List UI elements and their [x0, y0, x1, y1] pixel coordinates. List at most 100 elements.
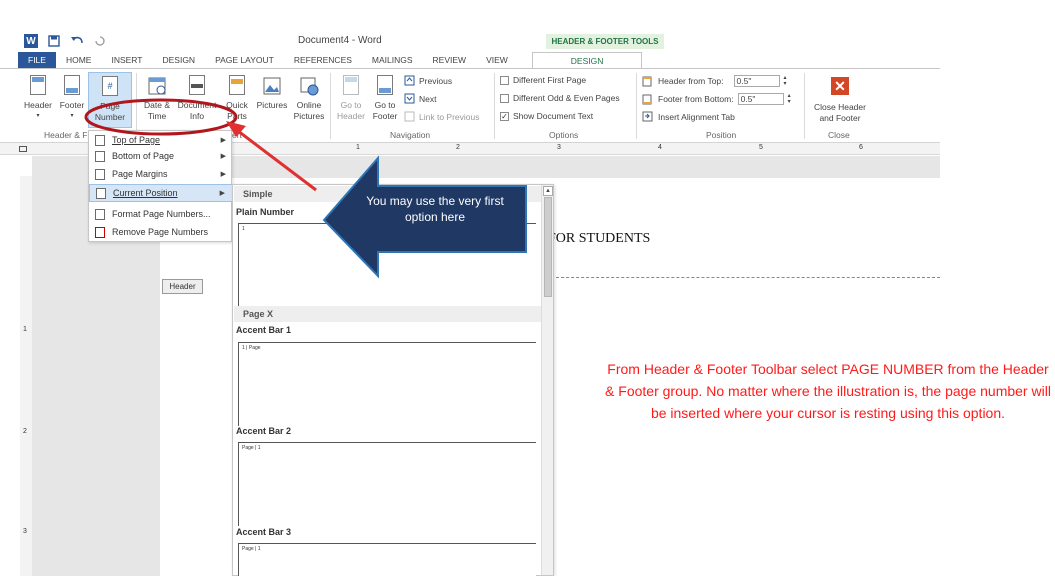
menu-item-label: Top of Page	[112, 135, 161, 145]
different-odd-even-checkbox[interactable]: Different Odd & Even Pages	[500, 93, 620, 103]
vertical-ruler[interactable]: 1 2 3	[20, 176, 32, 576]
date-time-label-line2: Time	[147, 111, 167, 121]
scrollbar-thumb[interactable]	[544, 197, 552, 297]
menu-item-remove-page-numbers[interactable]: Remove Page Numbers	[89, 223, 233, 241]
tab-page-layout[interactable]: PAGE LAYOUT	[205, 52, 284, 68]
header-from-top-input[interactable]: 0.5"	[733, 75, 780, 87]
footer-from-bottom-input[interactable]: 0.5"	[737, 93, 784, 105]
page-number-icon: #	[102, 76, 118, 96]
tab-file[interactable]: FILE	[18, 52, 56, 68]
next-label: Next	[419, 93, 437, 104]
previous-button[interactable]: Previous	[404, 75, 452, 86]
different-first-page-label: Different First Page	[513, 75, 587, 85]
scroll-up-icon[interactable]: ▲	[543, 186, 553, 196]
current-position-icon	[96, 187, 106, 199]
menu-item-page-margins[interactable]: Page Margins ▶	[89, 165, 233, 183]
pictures-label: Pictures	[256, 100, 288, 110]
menu-item-format-page-numbers[interactable]: Format Page Numbers...	[89, 205, 233, 223]
spinner-icon[interactable]: ▴ ▾	[788, 93, 791, 105]
group-label-position: Position	[706, 130, 737, 140]
page-margins-icon	[95, 168, 105, 180]
header-footer-tools-label: HEADER & FOOTER TOOLS	[546, 34, 664, 49]
current-position-gallery: Simple Plain Number 1 Page X Accent Bar …	[232, 184, 554, 576]
tab-insert[interactable]: INSERT	[101, 52, 152, 68]
submenu-arrow-icon: ▶	[220, 171, 226, 178]
menu-item-label: Current Position	[113, 188, 178, 198]
online-pictures-button[interactable]: Online Pictures	[292, 75, 326, 122]
tab-view[interactable]: VIEW	[476, 52, 518, 68]
callout-text: You may use the very first option here	[366, 194, 504, 224]
gallery-scrollbar[interactable]: ▲	[541, 185, 553, 575]
spinner-icon[interactable]: ▴ ▾	[784, 75, 787, 87]
save-icon[interactable]	[48, 35, 60, 47]
menu-item-bottom-of-page[interactable]: Bottom of Page ▶	[89, 147, 233, 165]
menu-item-label: Bottom of Page	[112, 151, 175, 161]
quick-parts-label-line2: Parts	[227, 111, 247, 121]
tab-mailings[interactable]: MAILINGS	[362, 52, 423, 68]
tab-references[interactable]: REFERENCES	[284, 52, 362, 68]
header-text[interactable]: FOR STUDENTS	[548, 231, 650, 247]
close-label-line1: Close Header	[814, 102, 866, 112]
document-info-button[interactable]: Document Info	[174, 75, 220, 122]
header-button[interactable]: Header ▾	[22, 75, 54, 122]
group-separator	[804, 73, 805, 139]
checkbox-empty[interactable]	[500, 75, 509, 85]
gallery-preview-text: 1 | Page	[242, 345, 261, 351]
gallery-item-accent-bar-3[interactable]: Page | 1	[238, 543, 536, 576]
dropdown-arrow-icon: ▾	[36, 113, 40, 119]
footer-from-bottom-field[interactable]: Footer from Bottom: 0.5" ▴ ▾	[642, 93, 791, 105]
undo-icon[interactable]	[70, 35, 84, 47]
online-pictures-label-line2: Pictures	[293, 111, 325, 121]
submenu-arrow-icon: ▶	[220, 153, 226, 160]
close-header-footer-button[interactable]: ✕ Close Header and Footer	[810, 77, 870, 124]
tab-review[interactable]: REVIEW	[423, 52, 477, 68]
group-label-insert: ert	[232, 130, 242, 140]
insert-alignment-tab-button[interactable]: Insert Alignment Tab	[642, 111, 735, 122]
ruler-number: 3	[557, 144, 561, 151]
quick-parts-button[interactable]: Quick Parts	[222, 75, 252, 122]
menu-item-label: Page Margins	[112, 169, 168, 179]
gallery-section-header: Page X	[234, 306, 541, 322]
different-first-page-checkbox[interactable]: Different First Page	[500, 75, 586, 85]
ruler-number: 4	[658, 144, 662, 151]
page-number-button[interactable]: # Page Number	[88, 72, 132, 128]
word-logo-icon[interactable]: W	[24, 34, 38, 48]
dropdown-arrow-icon: ▾	[70, 113, 74, 119]
tab-home[interactable]: HOME	[56, 52, 102, 68]
group-separator	[636, 73, 637, 139]
picture-icon	[263, 77, 281, 95]
date-time-button[interactable]: Date & Time	[140, 75, 174, 122]
group-label-close: Close	[828, 130, 850, 140]
show-document-text-checkbox[interactable]: ✓ Show Document Text	[500, 111, 593, 121]
quick-access-toolbar: W	[24, 34, 106, 48]
gallery-item-accent-bar-1[interactable]: 1 | Page	[238, 342, 536, 426]
quick-parts-label-line1: Quick	[226, 100, 248, 110]
close-icon: ✕	[831, 77, 849, 95]
gallery-item-title: Accent Bar 2	[236, 426, 292, 436]
gallery-item-accent-bar-2[interactable]: Page | 1	[238, 442, 536, 526]
checkbox-empty[interactable]	[500, 93, 509, 103]
online-pictures-label-line1: Online	[296, 100, 322, 110]
gallery-item-plain-number[interactable]: 1	[238, 223, 536, 307]
goto-header-button[interactable]: Go to Header	[334, 75, 368, 122]
gallery-preview-text: Page | 1	[242, 445, 261, 451]
next-button[interactable]: Next	[404, 93, 436, 104]
tab-selector-icon[interactable]	[19, 146, 27, 152]
calendar-icon	[148, 77, 166, 95]
page-number-menu: Top of Page ▶ Bottom of Page ▶ Page Margin…	[88, 130, 233, 242]
header-from-top-field[interactable]: Header from Top: 0.5" ▴ ▾	[642, 75, 787, 87]
header-position-icon	[642, 76, 652, 86]
menu-item-current-position[interactable]: Current Position ▶	[89, 184, 233, 202]
footer-button[interactable]: Footer ▾	[56, 75, 88, 122]
goto-footer-button[interactable]: Go to Footer	[368, 75, 402, 122]
remove-page-numbers-icon	[95, 226, 105, 238]
redo-icon[interactable]	[94, 35, 106, 47]
link-to-previous-button[interactable]: Link to Previous	[404, 111, 479, 122]
goto-header-icon	[343, 75, 359, 95]
pictures-button[interactable]: Pictures	[253, 75, 291, 111]
ruler-number: 1	[23, 326, 27, 333]
footer-icon	[64, 75, 80, 95]
checkbox-checked[interactable]: ✓	[500, 111, 509, 121]
tab-header-footer-design[interactable]: DESIGN	[531, 52, 643, 68]
tab-design[interactable]: DESIGN	[152, 52, 205, 68]
